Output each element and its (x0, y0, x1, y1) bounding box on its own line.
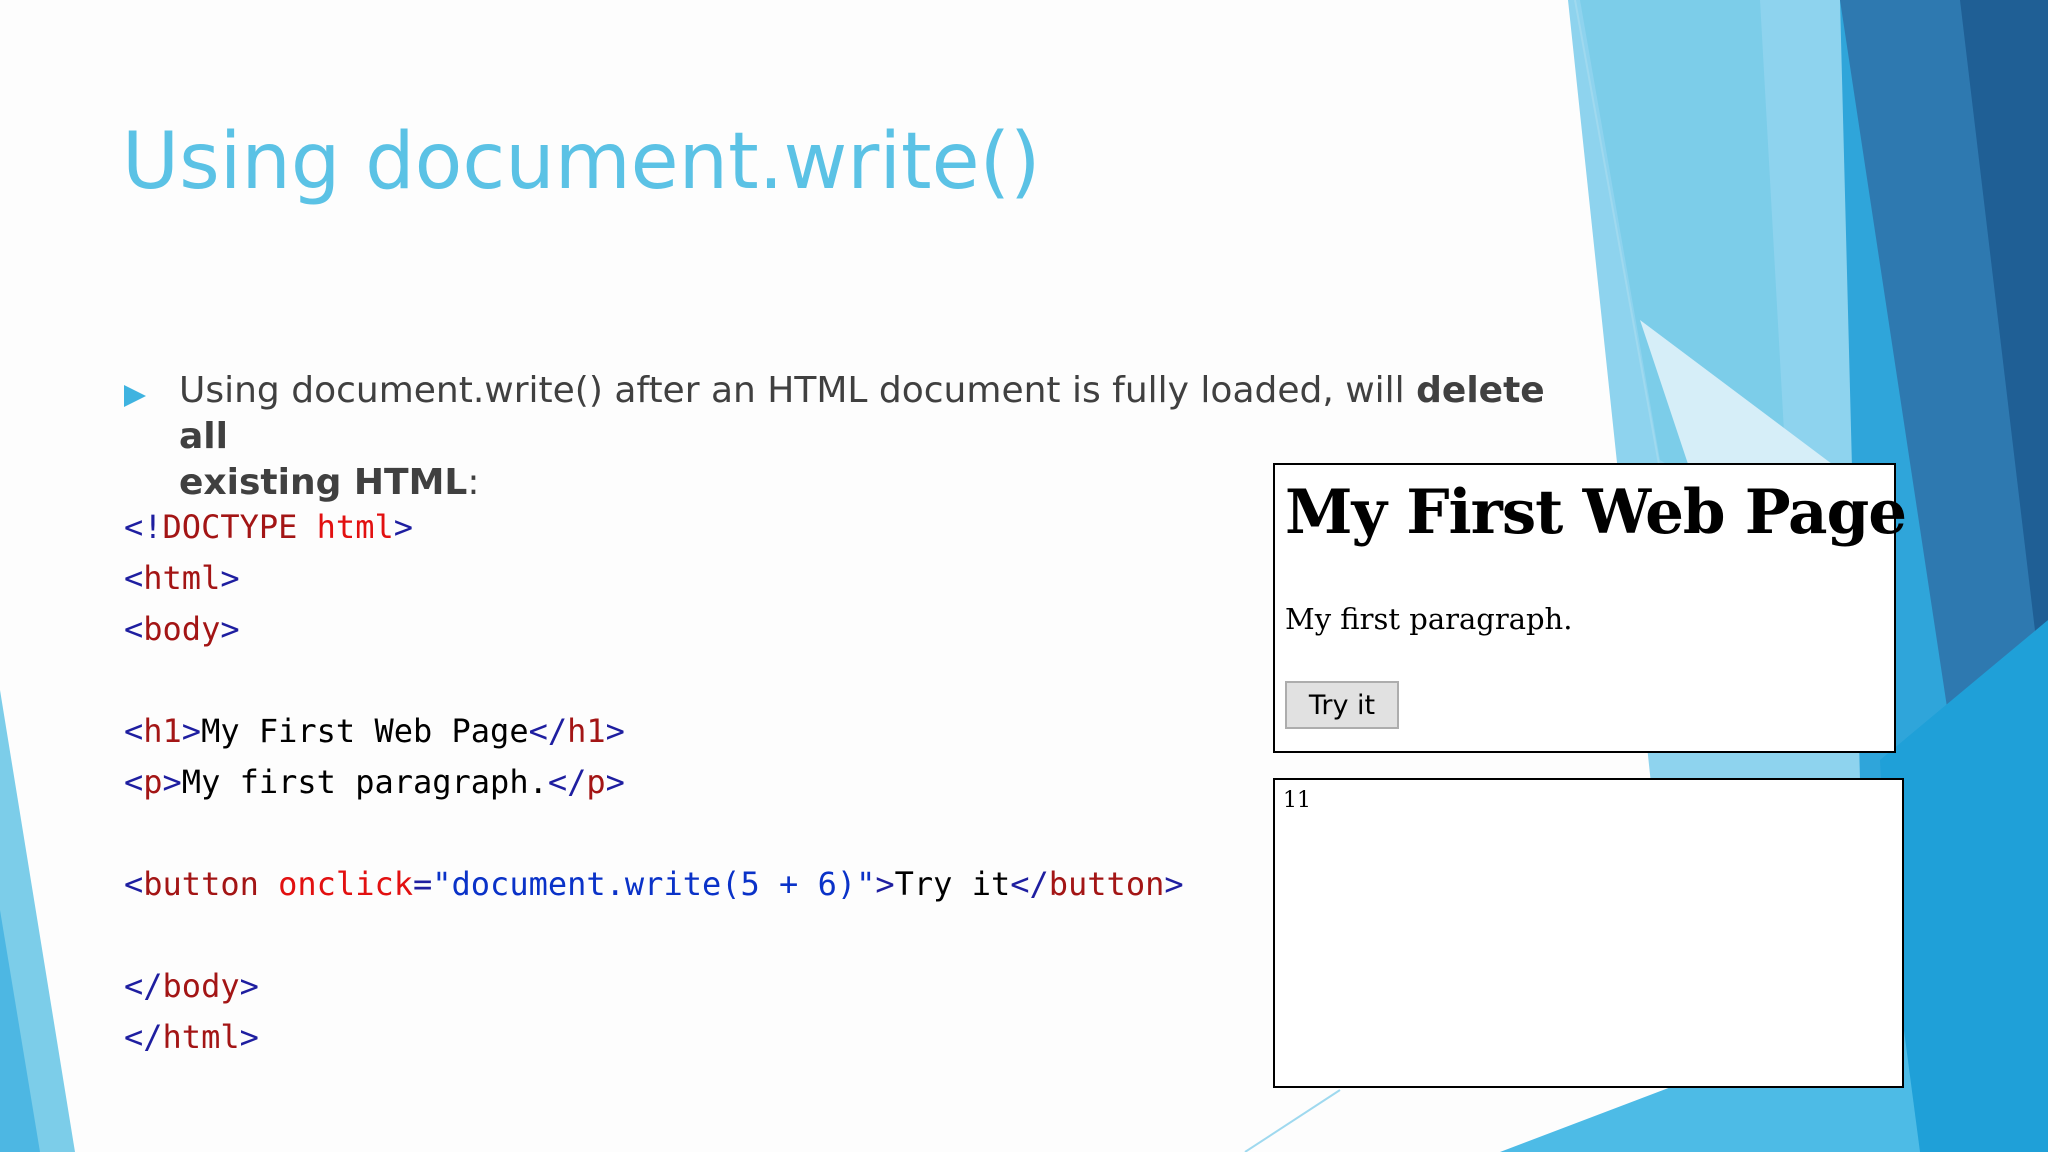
code-token: </ (124, 1018, 163, 1056)
code-line: <body> (124, 604, 1184, 655)
code-token: > (875, 865, 895, 903)
code-token: > (393, 508, 413, 546)
code-token: My First Web Page (201, 712, 529, 750)
code-token: </ (528, 712, 568, 750)
browser-preview-after: 11 (1273, 778, 1904, 1088)
triangle-right-icon (124, 385, 146, 407)
code-token: body (143, 610, 221, 648)
preview-heading: My First Web Page (1285, 477, 1907, 548)
code-token: > (220, 610, 240, 648)
code-token: < (124, 763, 144, 801)
code-token: html (316, 508, 394, 546)
code-token: h1 (143, 712, 182, 750)
code-token: < (124, 559, 144, 597)
code-line: <h1>My First Web Page</h1> (124, 706, 1184, 757)
code-token: p (143, 763, 163, 801)
code-token: DOCTYPE (162, 508, 298, 546)
preview-output: 11 (1283, 788, 1311, 813)
code-token: > (239, 1018, 259, 1056)
code-token: My first paragraph. (181, 763, 548, 801)
bullet-text-end: : (467, 462, 480, 503)
try-it-button[interactable]: Try it (1285, 681, 1399, 729)
code-token: > (220, 559, 240, 597)
code-line: </html> (124, 1012, 1184, 1063)
code-token: html (143, 559, 221, 597)
code-line: <html> (124, 553, 1184, 604)
code-token: > (239, 967, 259, 1005)
code-token: h1 (567, 712, 606, 750)
code-token: Try it (894, 865, 1011, 903)
code-token: > (181, 712, 202, 750)
code-line: <!DOCTYPE html> (124, 502, 1184, 553)
code-token: > (605, 712, 625, 750)
slide-title: Using document.write() (122, 117, 1041, 207)
code-line: <p>My first paragraph.</p> (124, 757, 1184, 808)
code-token: p (586, 763, 606, 801)
facet-line-bottom (1244, 1089, 1341, 1152)
preview-paragraph: My first paragraph. (1285, 602, 1573, 636)
code-token: onclick (278, 865, 413, 903)
code-line: <button onclick="document.write(5 + 6)">… (124, 859, 1184, 910)
code-token: button (143, 865, 259, 903)
code-line: </body> (124, 961, 1184, 1012)
code-token: < (124, 610, 144, 648)
code-token: body (162, 967, 240, 1005)
code-token: </ (1010, 865, 1049, 903)
browser-preview-before: My First Web Page My first paragraph. Tr… (1273, 463, 1907, 753)
code-token: < (124, 865, 144, 903)
code-token: "document.write(5 + 6)" (432, 865, 876, 903)
code-token: </ (124, 967, 163, 1005)
slide: Using document.write() Using document.wr… (0, 0, 2048, 1152)
code-token: = (412, 865, 433, 903)
bullet-text-plain: Using document.write() after an HTML doc… (179, 370, 1417, 411)
code-token: > (162, 763, 182, 801)
code-token: <! (124, 508, 163, 546)
code-token: > (605, 763, 625, 801)
code-token: < (124, 712, 144, 750)
code-block: <!DOCTYPE html> <html> <body> <h1>My First… (124, 502, 1184, 1063)
code-token: > (1164, 865, 1184, 903)
code-token: html (162, 1018, 240, 1056)
code-token: button (1048, 865, 1165, 903)
code-token: </ (547, 763, 587, 801)
bullet-text-bold-2: existing HTML (179, 462, 468, 503)
